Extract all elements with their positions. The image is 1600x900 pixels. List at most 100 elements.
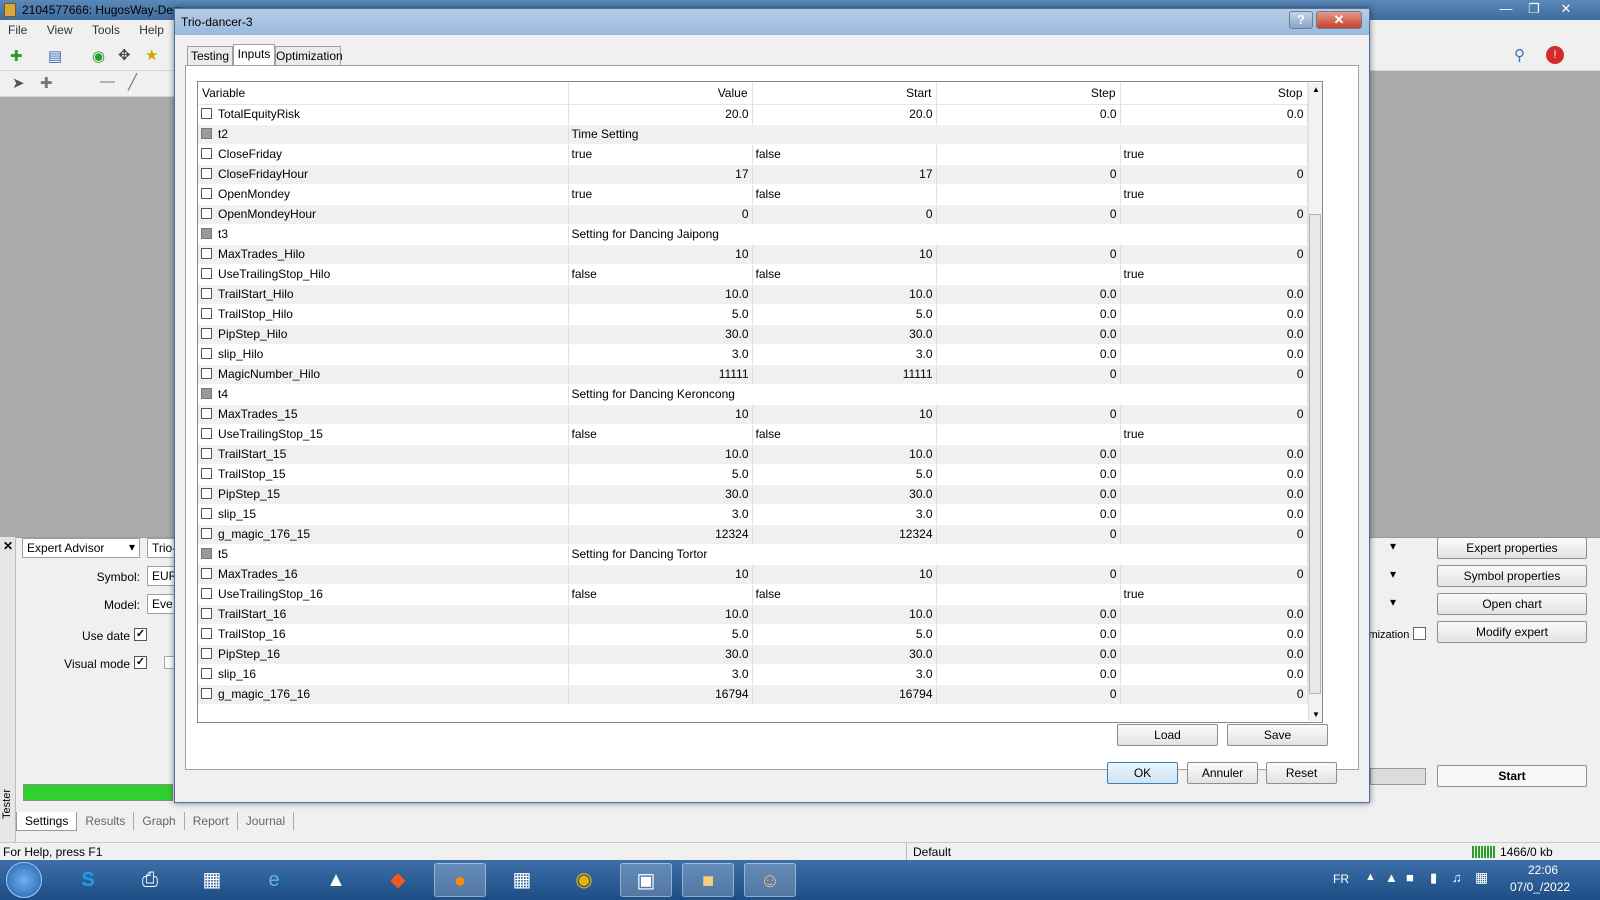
tab-graph[interactable]: Graph: [134, 812, 185, 830]
network-icon[interactable]: ▦: [186, 863, 238, 897]
step-cell[interactable]: [936, 264, 1121, 285]
value-cell[interactable]: 30.0: [568, 484, 753, 505]
step-cell[interactable]: 0: [936, 684, 1121, 705]
stop-cell[interactable]: 0.0: [1120, 464, 1308, 485]
col-variable[interactable]: Variable: [198, 82, 569, 105]
scroll-thumb[interactable]: [1309, 214, 1321, 694]
start-cell[interactable]: 3.0: [752, 344, 937, 365]
stop-cell[interactable]: 0: [1120, 524, 1308, 545]
variable-cell[interactable]: MaxTrades_Hilo: [198, 244, 569, 265]
tab-inputs[interactable]: Inputs: [233, 44, 275, 66]
variable-cell[interactable]: PipStep_15: [198, 484, 569, 505]
table-row[interactable]: g_magic_176_16 16794 16794 0 0: [198, 684, 1308, 705]
variable-cell[interactable]: t4: [198, 384, 569, 405]
optimize-checkbox[interactable]: [201, 348, 212, 359]
symbol-select[interactable]: EUR: [147, 566, 175, 586]
load-button[interactable]: Load: [1117, 724, 1218, 746]
col-step[interactable]: Step: [936, 82, 1121, 105]
step-cell[interactable]: 0.0: [936, 644, 1121, 665]
table-row[interactable]: PipStep_16 30.0 30.0 0.0 0.0: [198, 644, 1308, 665]
stop-cell[interactable]: true: [1120, 264, 1308, 285]
language-indicator[interactable]: FR: [1333, 872, 1349, 886]
value-cell[interactable]: 30.0: [568, 644, 753, 665]
start-cell[interactable]: 10: [752, 404, 937, 425]
optimize-checkbox[interactable]: [201, 268, 212, 279]
variable-cell[interactable]: TrailStart_15: [198, 444, 569, 465]
table-row[interactable]: MaxTrades_Hilo 10 10 0 0: [198, 244, 1308, 265]
tray-app-icon[interactable]: ▲: [1385, 870, 1398, 885]
spread-select[interactable]: ▾: [1372, 566, 1400, 586]
variable-cell[interactable]: OpenMondeyHour: [198, 204, 569, 225]
crosshair-icon[interactable]: ✚: [40, 74, 53, 92]
signal-icon[interactable]: ▮: [1430, 870, 1437, 886]
stop-cell[interactable]: 0: [1120, 684, 1308, 705]
start-cell[interactable]: false: [752, 584, 937, 605]
expert-select[interactable]: Trio-: [147, 538, 175, 558]
tab-testing[interactable]: Testing: [187, 46, 233, 66]
variable-cell[interactable]: slip_16: [198, 664, 569, 685]
tab-optimization[interactable]: Optimization: [275, 46, 343, 66]
value-cell[interactable]: 3.0: [568, 504, 753, 525]
calculator-icon[interactable]: ▦: [496, 863, 548, 897]
section-title-cell[interactable]: Time Setting: [568, 124, 1308, 145]
optimization-checkbox[interactable]: [1413, 627, 1426, 640]
variable-cell[interactable]: t5: [198, 544, 569, 565]
variable-cell[interactable]: UseTrailingStop_15: [198, 424, 569, 445]
step-cell[interactable]: 0.0: [936, 664, 1121, 685]
value-cell[interactable]: false: [568, 584, 753, 605]
stop-cell[interactable]: true: [1120, 184, 1308, 205]
start-cell[interactable]: 16794: [752, 684, 937, 705]
modify-expert-button[interactable]: Modify expert: [1437, 621, 1587, 643]
brave-icon[interactable]: ◆: [372, 863, 424, 897]
optimize-checkbox[interactable]: [201, 228, 212, 239]
metatrader-icon[interactable]: ☺: [744, 863, 796, 897]
value-cell[interactable]: 10.0: [568, 444, 753, 465]
variable-cell[interactable]: TotalEquityRisk: [198, 104, 569, 125]
stop-cell[interactable]: true: [1120, 584, 1308, 605]
variable-cell[interactable]: UseTrailingStop_16: [198, 584, 569, 605]
table-row[interactable]: t5 Setting for Dancing Tortor: [198, 544, 1308, 565]
start-cell[interactable]: 30.0: [752, 324, 937, 345]
optimize-checkbox[interactable]: [201, 588, 212, 599]
stop-cell[interactable]: 0: [1120, 164, 1308, 185]
step-cell[interactable]: 0.0: [936, 104, 1121, 125]
step-cell[interactable]: 0: [936, 524, 1121, 545]
stop-cell[interactable]: 0.0: [1120, 644, 1308, 665]
trendline-icon[interactable]: ╱: [128, 73, 137, 91]
firefox-icon[interactable]: ●: [434, 863, 486, 897]
value-cell[interactable]: false: [568, 264, 753, 285]
variable-cell[interactable]: PipStep_16: [198, 644, 569, 665]
table-row[interactable]: UseTrailingStop_Hilo false false true: [198, 264, 1308, 285]
table-row[interactable]: t2 Time Setting: [198, 124, 1308, 145]
variable-cell[interactable]: UseTrailingStop_Hilo: [198, 264, 569, 285]
step-cell[interactable]: 0.0: [936, 504, 1121, 525]
tab-journal[interactable]: Journal: [238, 812, 295, 830]
open-chart-button[interactable]: Open chart: [1437, 593, 1587, 615]
optimize-checkbox[interactable]: [201, 468, 212, 479]
value-cell[interactable]: 11111: [568, 364, 753, 385]
optimize-checkbox[interactable]: [201, 668, 212, 679]
notification-icon[interactable]: !: [1546, 46, 1564, 64]
value-cell[interactable]: 30.0: [568, 324, 753, 345]
stop-cell[interactable]: 0.0: [1120, 624, 1308, 645]
value-cell[interactable]: 10: [568, 244, 753, 265]
tab-report[interactable]: Report: [185, 812, 238, 830]
tray-expand-icon[interactable]: ▲: [1365, 871, 1376, 883]
profiles-icon[interactable]: ▤: [48, 47, 62, 65]
close-icon[interactable]: ✕: [1552, 0, 1580, 18]
start-cell[interactable]: 0: [752, 204, 937, 225]
visual-mode-checkbox[interactable]: ✓: [134, 656, 147, 669]
step-cell[interactable]: 0: [936, 164, 1121, 185]
tray-security-icon[interactable]: ■: [1406, 870, 1414, 885]
stop-cell[interactable]: 0.0: [1120, 324, 1308, 345]
optimize-checkbox[interactable]: [201, 688, 212, 699]
optimize-checkbox[interactable]: [201, 128, 212, 139]
variable-cell[interactable]: TrailStart_Hilo: [198, 284, 569, 305]
optimize-checkbox[interactable]: [201, 188, 212, 199]
variable-cell[interactable]: MaxTrades_16: [198, 564, 569, 585]
value-cell[interactable]: 10: [568, 564, 753, 585]
variable-cell[interactable]: MagicNumber_Hilo: [198, 364, 569, 385]
optimize-checkbox[interactable]: [201, 608, 212, 619]
table-row[interactable]: MaxTrades_15 10 10 0 0: [198, 404, 1308, 425]
restore-icon[interactable]: ❐: [1520, 0, 1548, 18]
